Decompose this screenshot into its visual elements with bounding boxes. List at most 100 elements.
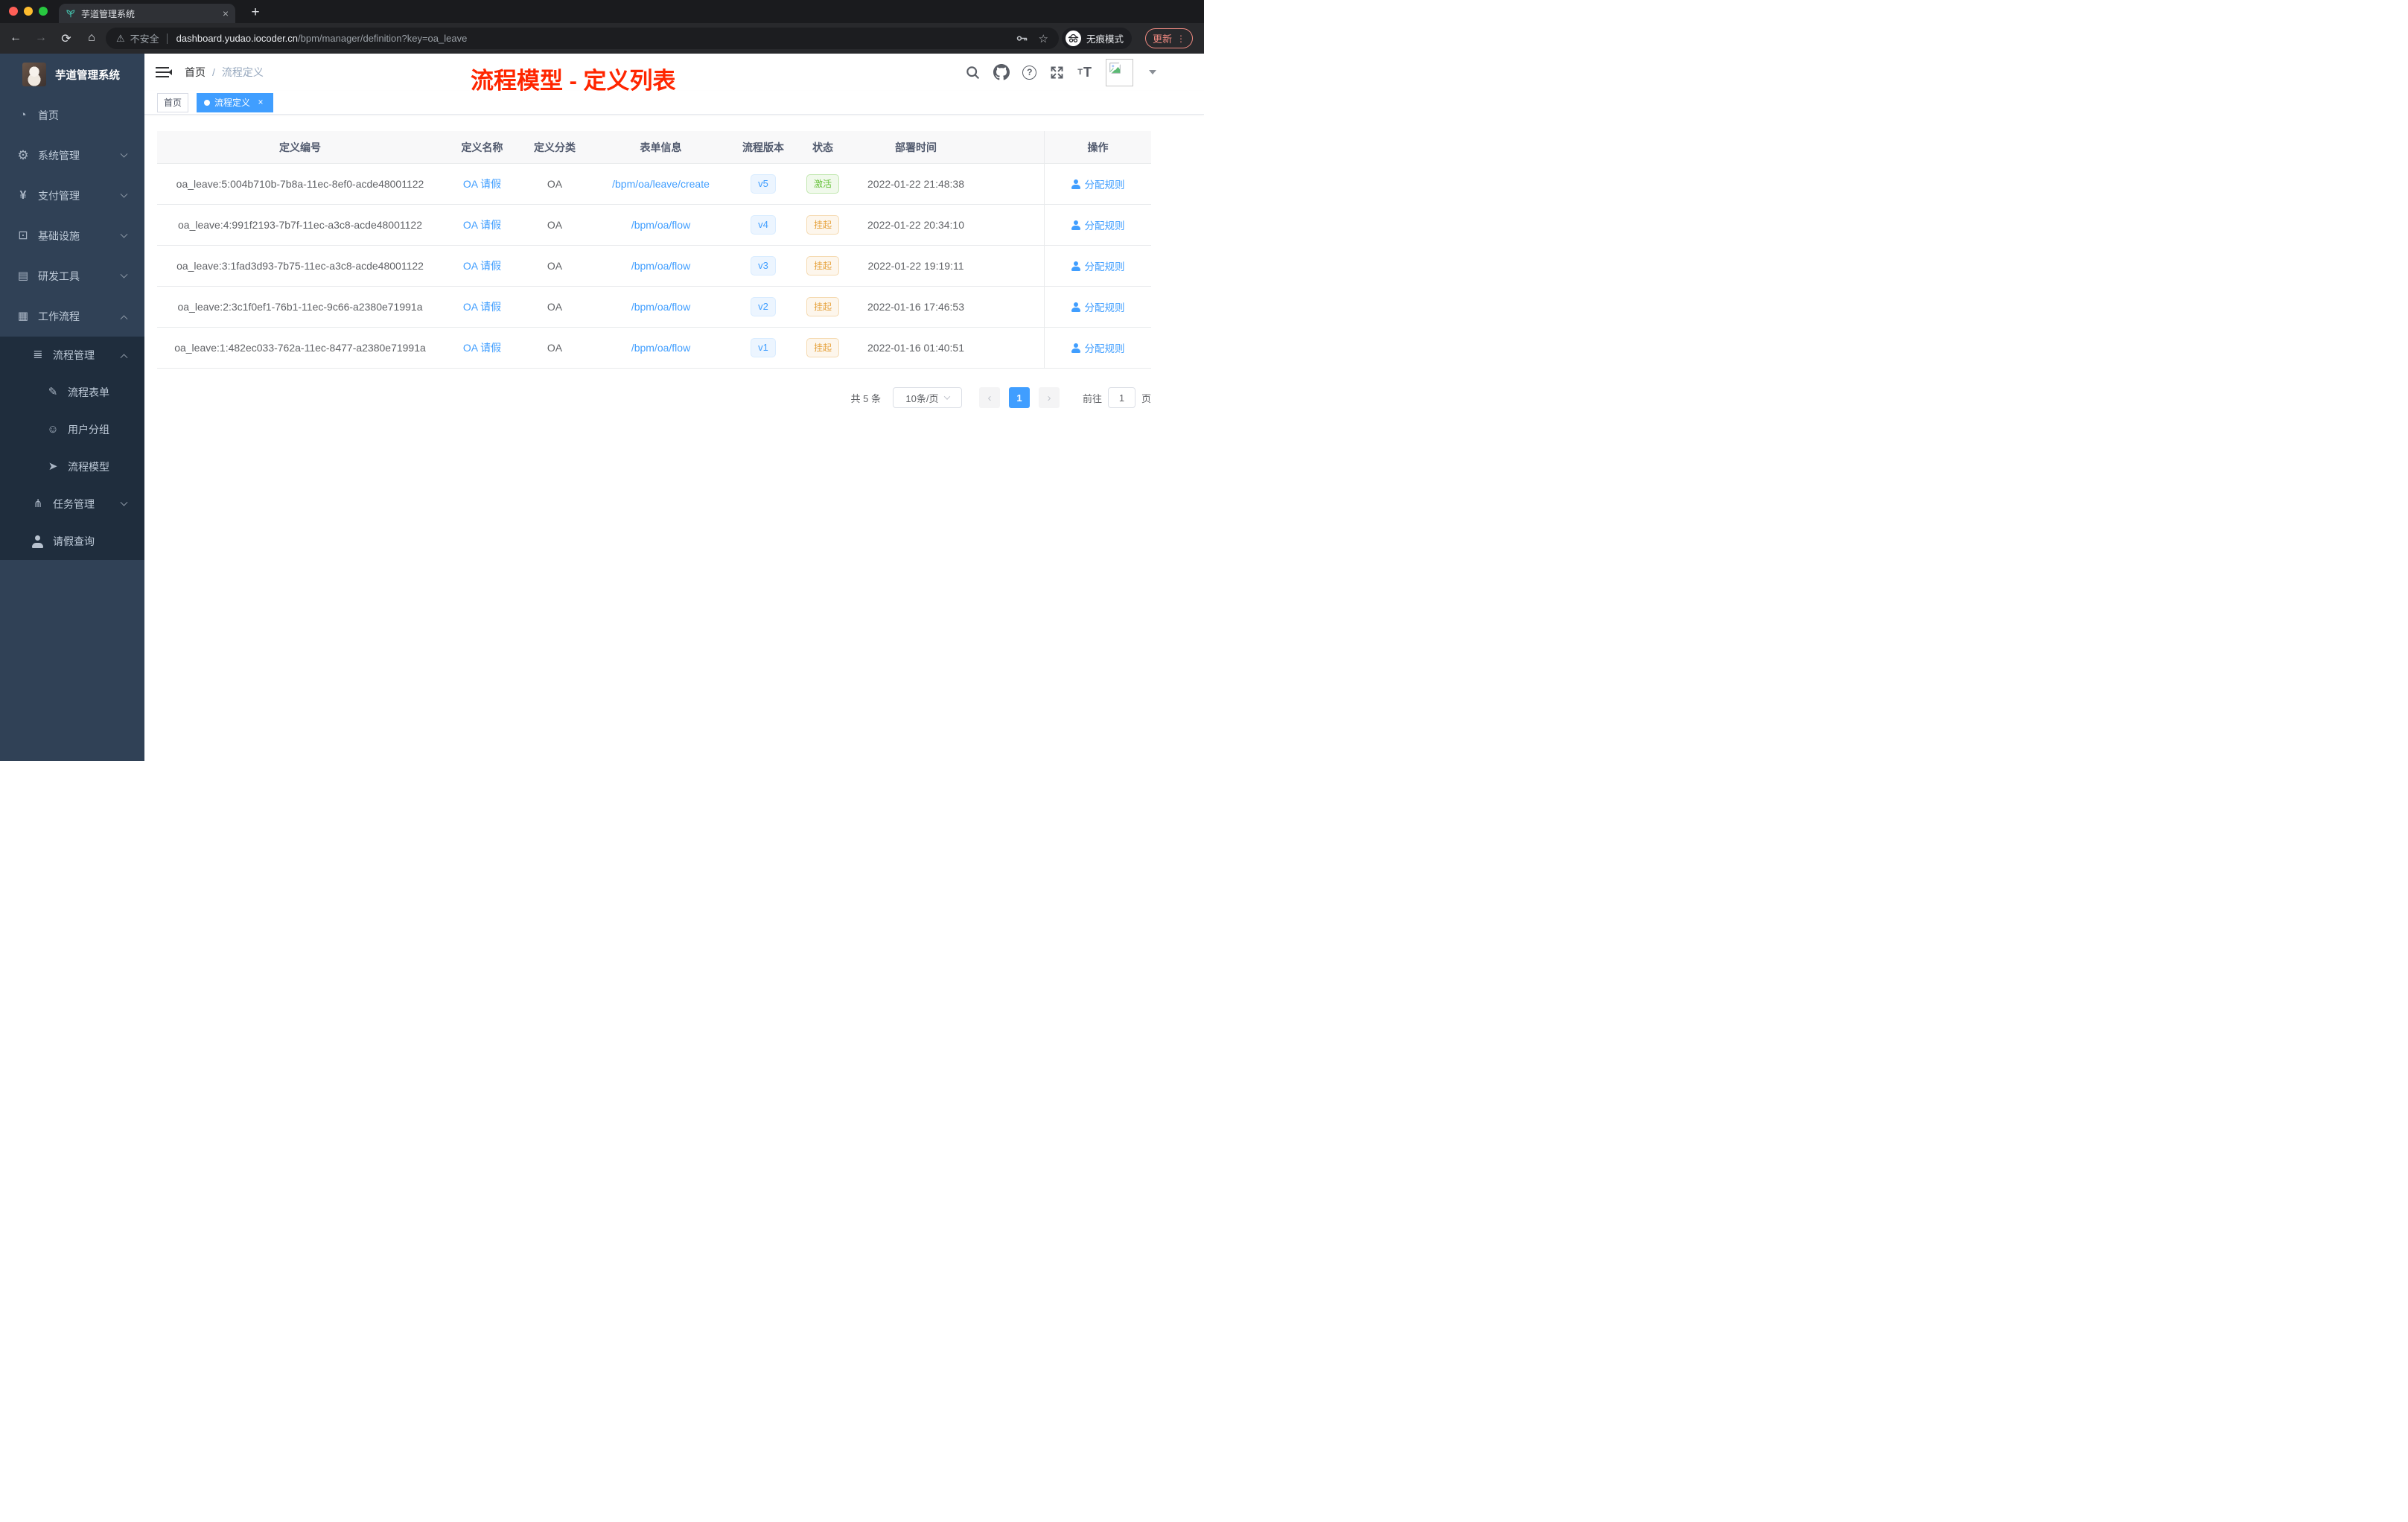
- sidebar-menu-item[interactable]: 流程表单: [0, 374, 144, 411]
- spacer-cell: [979, 287, 1044, 327]
- collapse-sidebar-icon[interactable]: [156, 67, 172, 77]
- sidebar-menu-item[interactable]: 基础设施: [0, 216, 144, 256]
- version-badge: v1: [751, 338, 776, 357]
- reload-button[interactable]: ⟳: [55, 31, 77, 46]
- version-badge-cell: v1: [733, 328, 793, 368]
- help-icon[interactable]: [1022, 65, 1037, 80]
- zoom-window-button[interactable]: [39, 7, 48, 16]
- actions-cell: 分配规则: [1044, 205, 1151, 245]
- definition-category-cell: OA: [547, 219, 563, 231]
- minimize-window-button[interactable]: [24, 7, 33, 16]
- goto-page-input[interactable]: [1107, 387, 1135, 408]
- incognito-label: 无痕模式: [1086, 34, 1124, 45]
- version-badge-cell: v3: [733, 246, 793, 286]
- chevron-icon: [120, 270, 128, 278]
- browser-menu-icon[interactable]: ⋮: [1176, 34, 1185, 44]
- menu-icon: [30, 535, 46, 548]
- table-body: oa_leave:5:004b710b-7b8a-11ec-8ef0-acde4…: [157, 164, 1151, 369]
- bookmark-star-icon[interactable]: ☆: [1039, 32, 1048, 45]
- browser-update-button[interactable]: 更新 ⋮: [1144, 28, 1193, 48]
- search-icon[interactable]: [965, 65, 981, 80]
- sidebar-menu-item[interactable]: 首页: [0, 95, 144, 136]
- prev-page-button[interactable]: [978, 387, 1000, 408]
- definition-id-cell: oa_leave:1:482ec033-762a-11ec-8477-a2380…: [174, 342, 426, 354]
- menu-item-label: 支付管理: [38, 190, 80, 202]
- col-deploy-time: 部署时间: [895, 141, 937, 153]
- deploy-time-cell: 2022-01-16 01:40:51: [867, 342, 964, 354]
- current-page-button[interactable]: 1: [1008, 387, 1030, 408]
- sidebar-menu-item[interactable]: 流程模型: [0, 448, 144, 485]
- definition-category-cell: OA: [547, 301, 563, 313]
- breadcrumb-separator: /: [212, 66, 215, 78]
- person-icon: [1071, 220, 1081, 230]
- sidebar-menu-item[interactable]: 流程管理: [0, 337, 144, 374]
- menu-icon: [15, 229, 31, 243]
- col-form-info: 表单信息: [640, 141, 682, 153]
- col-definition-id: 定义编号: [279, 141, 321, 153]
- status-badge-cell: 挂起: [793, 328, 853, 368]
- browser-tab[interactable]: 芋道管理系统 ×: [59, 4, 235, 23]
- page-size-select[interactable]: 10条/页: [892, 387, 962, 408]
- menu-item-label: 用户分组: [68, 424, 109, 436]
- close-window-button[interactable]: [9, 7, 18, 16]
- menu-item-label: 流程模型: [68, 461, 109, 473]
- home-button[interactable]: ⌂: [80, 31, 103, 46]
- tab-close-icon[interactable]: ×: [223, 7, 229, 19]
- status-badge: 挂起: [806, 215, 839, 235]
- version-badge-cell: v4: [733, 205, 793, 245]
- deploy-time-cell: 2022-01-22 20:34:10: [867, 219, 964, 231]
- assign-rule-button[interactable]: 分配规则: [1071, 217, 1125, 232]
- menu-icon: [15, 109, 31, 122]
- breadcrumb-current: 流程定义: [221, 66, 264, 78]
- sidebar-menu-item[interactable]: 系统管理: [0, 136, 144, 176]
- github-icon[interactable]: [993, 64, 1010, 80]
- table-row: oa_leave:3:1fad3d93-7b75-11ec-a3c8-acde4…: [157, 246, 1151, 287]
- menu-item-label: 基础设施: [38, 230, 80, 242]
- status-badge-cell: 挂起: [793, 246, 853, 286]
- tag-close-icon[interactable]: ×: [255, 97, 266, 108]
- sidebar-menu-item[interactable]: 用户分组: [0, 411, 144, 448]
- address-divider: [166, 33, 168, 44]
- sidebar-menu-item[interactable]: 支付管理: [0, 176, 144, 216]
- chevron-icon: [120, 190, 128, 198]
- version-badge: v3: [751, 256, 776, 276]
- menu-icon: [45, 386, 61, 399]
- sidebar-menu-item[interactable]: 研发工具: [0, 256, 144, 296]
- sidebar-menu-item[interactable]: 请假查询: [0, 523, 144, 560]
- assign-rule-button[interactable]: 分配规则: [1071, 258, 1125, 273]
- form-info-link: /bpm/oa/flow: [631, 342, 691, 354]
- table-row: oa_leave:4:991f2193-7b7f-11ec-a3c8-acde4…: [157, 205, 1151, 246]
- user-avatar[interactable]: [1106, 58, 1133, 86]
- password-key-icon[interactable]: [1016, 32, 1028, 45]
- menu-icon: [45, 460, 61, 474]
- address-bar[interactable]: ⚠ 不安全 dashboard.yudao.iocoder.cn/bpm/man…: [106, 28, 1059, 49]
- tag-home[interactable]: 首页: [157, 92, 189, 112]
- deploy-time-cell: 2022-01-22 19:19:11: [867, 260, 964, 272]
- assign-rule-button[interactable]: 分配规则: [1071, 299, 1125, 314]
- sidebar-logo[interactable]: 芋道管理系统: [0, 54, 144, 95]
- definition-id-cell: oa_leave:5:004b710b-7b8a-11ec-8ef0-acde4…: [176, 178, 424, 190]
- person-icon: [1071, 343, 1081, 353]
- forward-button[interactable]: →: [30, 31, 52, 46]
- sidebar-menu-item[interactable]: 任务管理: [0, 485, 144, 523]
- back-button[interactable]: ←: [4, 31, 27, 46]
- tag-active[interactable]: 流程定义 ×: [197, 92, 274, 112]
- new-tab-button[interactable]: +: [246, 3, 265, 22]
- avatar-dropdown-caret-icon[interactable]: [1149, 70, 1156, 74]
- assign-rule-button[interactable]: 分配规则: [1071, 340, 1125, 355]
- actions-cell: 分配规则: [1044, 287, 1151, 327]
- assign-rule-label: 分配规则: [1084, 302, 1125, 313]
- fullscreen-icon[interactable]: [1049, 65, 1065, 80]
- font-size-icon[interactable]: [1077, 65, 1092, 80]
- chevron-icon: [120, 353, 128, 361]
- not-secure-label[interactable]: 不安全: [130, 31, 159, 45]
- menu-item-label: 任务管理: [53, 498, 95, 510]
- tags-view-bar: 首页 流程定义 ×: [144, 91, 1204, 115]
- breadcrumb-home[interactable]: 首页: [185, 65, 206, 80]
- next-page-button[interactable]: [1038, 387, 1060, 408]
- breadcrumb: 首页 / 流程定义: [185, 54, 264, 91]
- goto-label: 前往: [1082, 392, 1102, 404]
- assign-rule-button[interactable]: 分配规则: [1071, 176, 1125, 191]
- sidebar-menu-item[interactable]: 工作流程: [0, 296, 144, 337]
- sidebar-menu: 首页 系统管理 支付管理: [0, 95, 144, 560]
